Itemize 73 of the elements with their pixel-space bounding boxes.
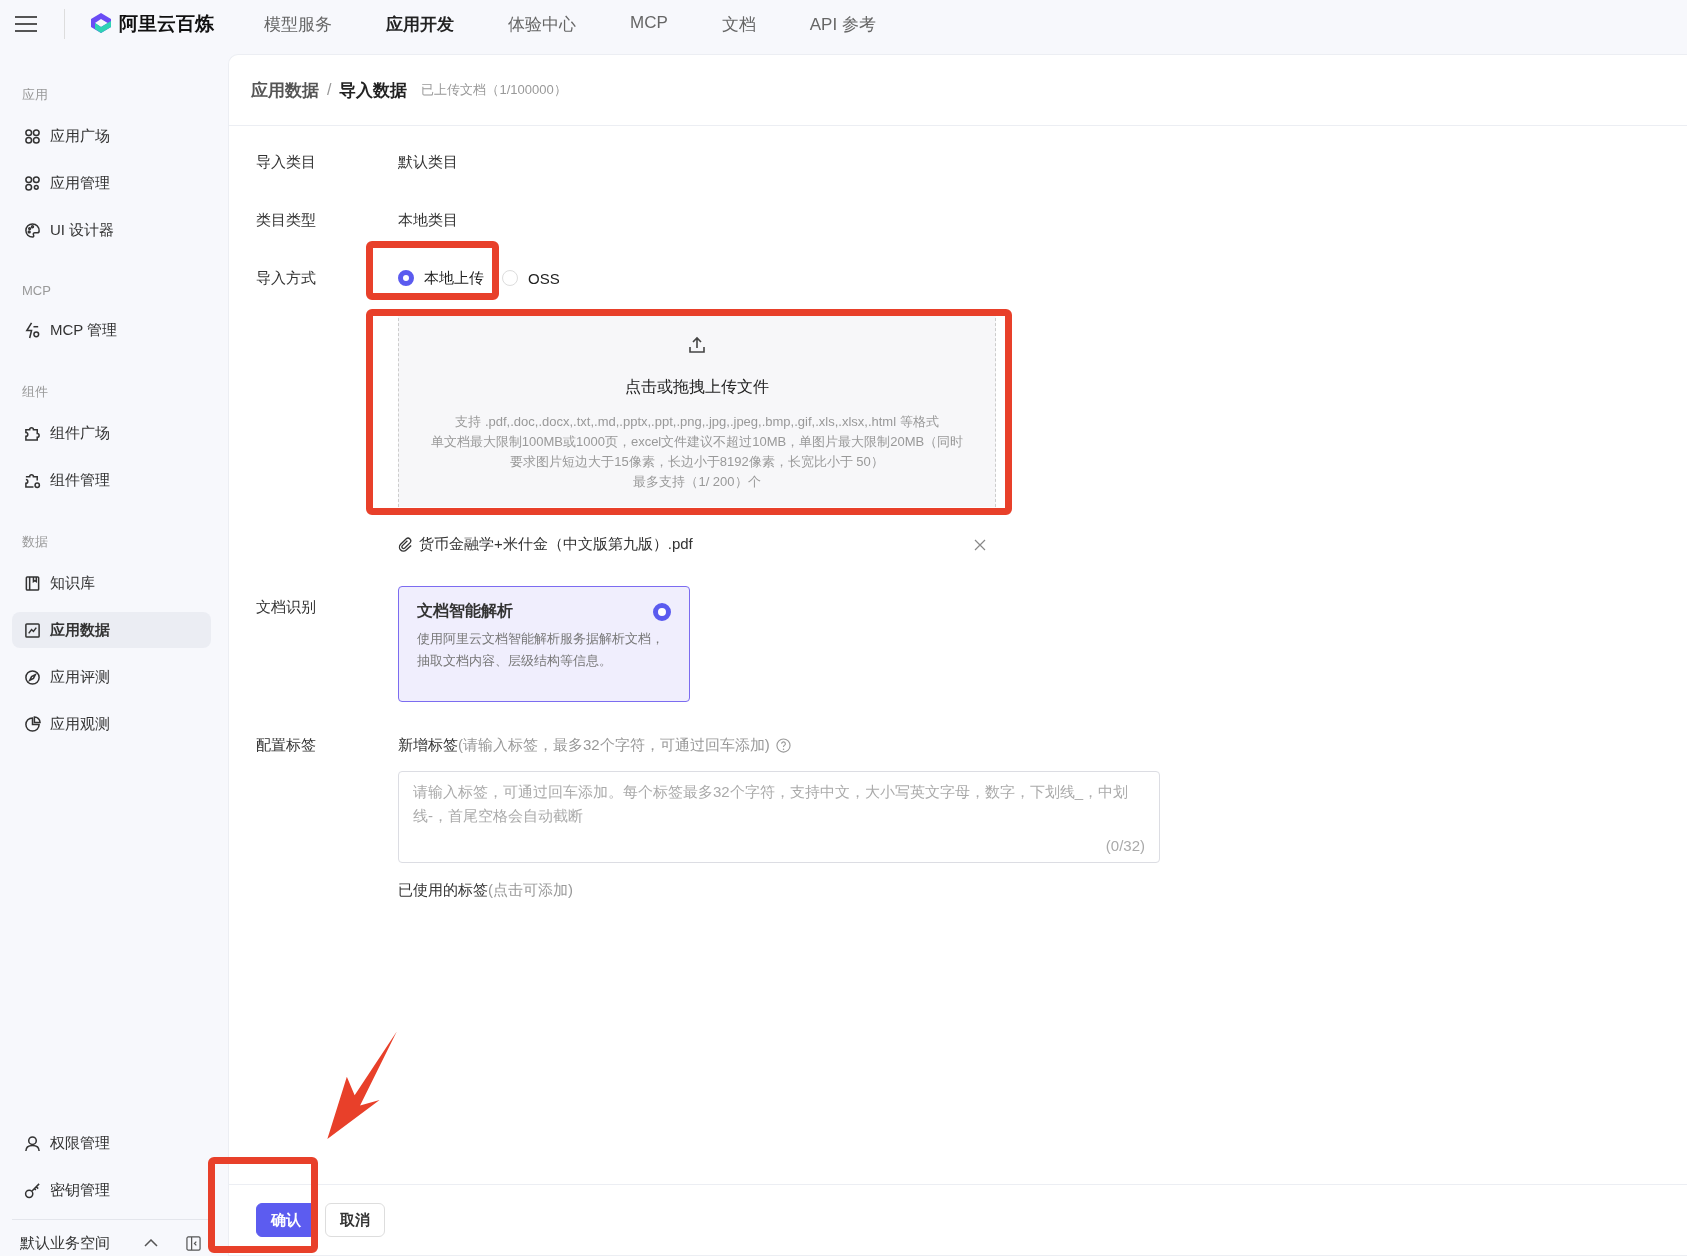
- book-icon: [24, 574, 41, 592]
- collapse-sidebar-icon[interactable]: [186, 1235, 201, 1251]
- nav-tab[interactable]: 模型服务: [264, 12, 332, 36]
- upload-hint: 支持 .pdf,.doc,.docx,.txt,.md,.pptx,.ppt,.png,.jpg,.jpeg,.bmp,.gif,.xls,.xlsx,.html 等格式: [454, 413, 940, 431]
- radio-button[interactable]: [653, 602, 671, 621]
- option-title: 文档智能解析: [417, 601, 513, 621]
- upload-count: 已上传文档（1/100000）: [421, 81, 567, 99]
- sidebar-item[interactable]: 应用观测: [12, 706, 211, 742]
- field-value: 默认类目: [398, 152, 458, 172]
- brand-name[interactable]: 阿里云百炼: [119, 11, 214, 37]
- bolt-icon: [24, 321, 41, 339]
- grid-icon: [24, 127, 41, 145]
- sidebar-item[interactable]: 组件管理: [12, 462, 211, 498]
- nav-tab[interactable]: 文档: [721, 12, 756, 36]
- line-chart-icon: [24, 621, 41, 639]
- used-tags-label: 已使用的标签(点击可添加): [398, 881, 574, 900]
- sidebar-item[interactable]: 密钥管理: [12, 1172, 211, 1208]
- radio-button[interactable]: [398, 270, 414, 286]
- option-description: 使用阿里云文档智能解析服务据解析文档，抽取文档内容、层级结构等信息。: [417, 630, 665, 670]
- workspace-selector[interactable]: 默认业务空间: [20, 1233, 110, 1253]
- sidebar-item[interactable]: 应用广场: [12, 118, 211, 154]
- breadcrumb-separator: /: [327, 81, 332, 99]
- puzzle-icon: [24, 424, 41, 442]
- sidebar-item[interactable]: 应用管理: [12, 165, 211, 201]
- key-icon: [24, 1181, 41, 1199]
- option-card[interactable]: 文档智能解析 使用阿里云文档智能解析服务据解析文档，抽取文档内容、层级结构等信息。: [398, 586, 690, 702]
- grid-icon: [24, 174, 41, 192]
- puzzle-icon: [24, 471, 41, 489]
- upload-dropzone[interactable]: 点击或拖拽上传文件 支持 .pdf,.doc,.docx,.txt,.md,.pptx,.ppt,.png,.jpg,.jpeg,.bmp,.gif,.xls,.xlsx,.html 等格式 单文档最大限制100MB或1000页，excel文件建议不超过10MB，单图片最大限制20MB（同时 要求图片短边大于15像素，长边小于8192像素，长宽比小于 50） 最多支持（1/ 200）个: [398, 313, 996, 507]
- paperclip-icon: [398, 537, 413, 552]
- radio-option[interactable]: OSS: [502, 268, 560, 288]
- sidebar-item[interactable]: 应用数据: [12, 612, 211, 648]
- upload-icon: [687, 335, 707, 355]
- nav-tab[interactable]: 应用开发: [386, 12, 454, 36]
- sidebar-item[interactable]: 权限管理: [12, 1125, 211, 1161]
- field-label: 导入方式: [256, 268, 317, 288]
- upload-hint: 要求图片短边大于15像素，长边小于8192像素，长宽比小于 50）: [509, 453, 885, 471]
- field-label: 配置标签: [256, 735, 317, 755]
- character-counter: (0/32): [1105, 837, 1145, 854]
- sidebar-item[interactable]: 知识库: [12, 565, 211, 601]
- nav-tab[interactable]: MCP: [630, 12, 668, 36]
- field-label: 文档识别: [256, 597, 317, 617]
- compass-icon: [24, 668, 41, 686]
- sidebar-item[interactable]: 组件广场: [12, 415, 211, 451]
- help-icon[interactable]: [775, 738, 791, 753]
- close-icon[interactable]: [974, 538, 986, 551]
- cancel-button[interactable]: 取消: [325, 1203, 385, 1237]
- palette-icon: [24, 221, 41, 239]
- breadcrumb-item[interactable]: 应用数据: [251, 78, 319, 102]
- menu-icon[interactable]: [14, 15, 38, 33]
- nav-tab[interactable]: 体验中心: [508, 12, 576, 36]
- chevron-up-icon[interactable]: [144, 1239, 158, 1247]
- section-title: 数据: [21, 533, 49, 551]
- sidebar-item[interactable]: MCP 管理: [12, 312, 211, 348]
- section-title: MCP: [21, 282, 52, 300]
- section-title: 应用: [21, 86, 49, 104]
- field-label: 类目类型: [256, 210, 317, 230]
- upload-title: 点击或拖拽上传文件: [625, 377, 769, 397]
- breadcrumb-item: 导入数据: [339, 79, 408, 102]
- field-value: 本地类目: [398, 210, 458, 230]
- radio-option[interactable]: 本地上传: [398, 268, 484, 288]
- tag-input-label: 新增标签(请输入标签，最多32个字符，可通过回车添加): [398, 736, 770, 755]
- pie-chart-icon: [24, 715, 41, 733]
- user-icon: [24, 1134, 41, 1152]
- nav-tab[interactable]: API 参考: [809, 12, 876, 36]
- section-title: 组件: [21, 383, 49, 401]
- file-name: 货币金融学+米什金（中文版第九版）.pdf: [419, 535, 693, 554]
- upload-hint: 单文档最大限制100MB或1000页，excel文件建议不超过10MB，单图片最大限制20MB（同时: [430, 433, 964, 451]
- sidebar-item[interactable]: 应用评测: [12, 659, 211, 695]
- sidebar-item[interactable]: UI 设计器: [12, 212, 211, 248]
- logo-icon: [89, 12, 113, 36]
- upload-hint: 最多支持（1/ 200）个: [632, 473, 762, 491]
- field-label: 导入类目: [256, 152, 317, 172]
